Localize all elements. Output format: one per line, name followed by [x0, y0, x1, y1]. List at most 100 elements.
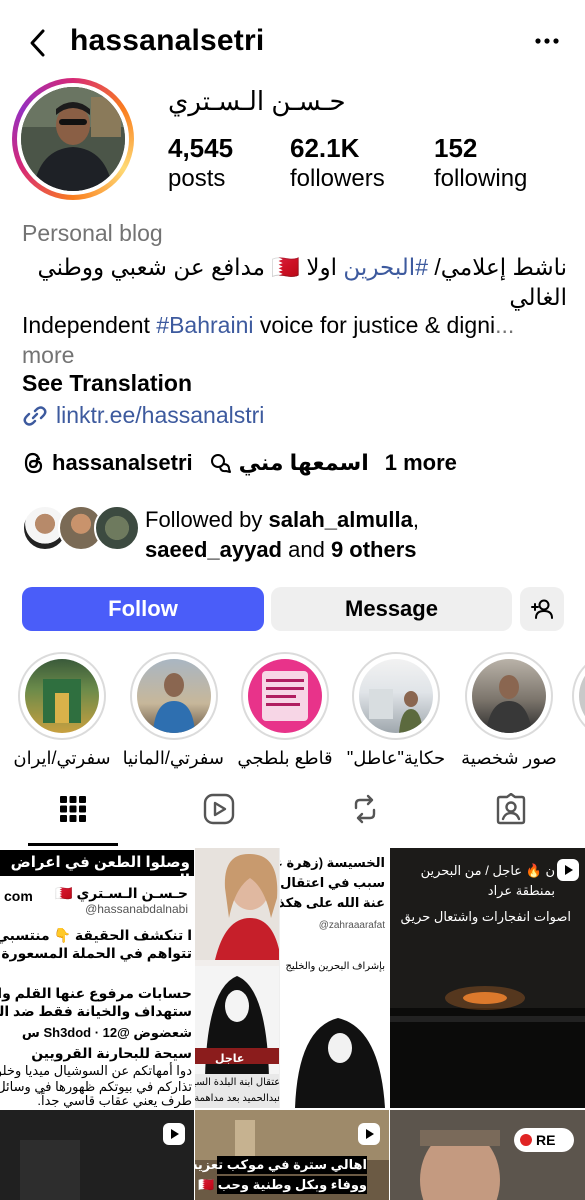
message-button[interactable]: Message — [271, 587, 512, 631]
post-overlay-line: اصوات انفجارات واشتعال حريق — [400, 909, 571, 924]
post-tile[interactable]: ن 🔥 عاجل / من البحرين بمنطقة عراد اصوات … — [390, 848, 585, 1108]
post-breaking-label: عاجل — [215, 1053, 245, 1065]
highlight-cover — [472, 659, 546, 733]
active-tab-indicator — [28, 843, 118, 846]
post-author-name: حـسـن الـسـتري 🇧🇭 — [55, 885, 188, 901]
post-tile[interactable] — [0, 1110, 194, 1200]
highlight-item[interactable]: سفرتي/المانيا — [122, 652, 224, 769]
bio-en-suffix: voice for justice & digni — [253, 312, 496, 338]
threads-more-link[interactable]: 1 more — [385, 450, 457, 476]
profile-avatar[interactable] — [12, 78, 134, 200]
highlight-label: سفرتي/ايران — [13, 748, 111, 768]
post-tile[interactable]: الخسيسة (زهرة عرفات) سبب في اعتقال امرأة… — [279, 848, 389, 1108]
profile-username-title: hassanalsetri — [70, 24, 265, 57]
highlight-cover — [579, 659, 585, 733]
stat-followers[interactable]: 62.1K followers — [290, 132, 385, 194]
tab-posts-grid[interactable] — [0, 770, 146, 848]
tab-reposts[interactable] — [292, 770, 438, 848]
reel-badge-icon — [358, 1123, 380, 1145]
posts-grid: وصلوا الطعن في اعراض الشيعه com حـسـن ال… — [0, 848, 585, 1200]
post-tile[interactable]: RE — [390, 1110, 585, 1200]
highlight-label: صور شخصية — [461, 748, 557, 768]
highlight-label: حكاية"عاطل" — [346, 748, 446, 768]
post-author-handle: @zahraaarafat — [318, 920, 385, 931]
threads-badge[interactable]: hassanalsetri — [22, 450, 193, 476]
followed-user-1: salah_almulla — [268, 507, 413, 532]
followed-by-row[interactable]: Followed by salah_almulla, saeed_ayyad a… — [22, 505, 419, 562]
live-badge-label: RE — [536, 1132, 556, 1148]
stat-posts-value: 4,545 — [168, 133, 234, 163]
highlight-item[interactable]: سفرتي/ايران — [12, 652, 112, 769]
threads-icon — [24, 452, 43, 474]
post-tile[interactable]: اهالي سترة في موكب تعزية ووفاء وبكل وطني… — [195, 1110, 389, 1200]
grid-icon — [60, 796, 86, 822]
stat-posts-label: posts — [168, 165, 226, 192]
threads-handle: hassanalsetri — [52, 450, 193, 475]
post-image — [390, 1110, 585, 1200]
followed-by-prefix: Followed by — [145, 507, 269, 532]
highlight-cover — [25, 659, 99, 733]
tab-tagged[interactable] — [438, 770, 584, 848]
post-text-line: بإشراف البحرين والخليج — [285, 961, 385, 972]
story-highlights: ية صور شخصية حكاية"عاطل" قاطع بلطجي سفرت… — [0, 652, 585, 772]
highlight-cover — [248, 659, 322, 733]
stat-followers-value: 62.1K — [290, 133, 360, 163]
profile-category: Personal blog — [22, 220, 163, 246]
stat-following-label: following — [434, 165, 528, 192]
stat-posts[interactable]: 4,545 posts — [168, 132, 233, 194]
post-caption-line: ووفاء وبكل وطنية وحب 🇧🇭 — [198, 1176, 367, 1194]
tab-reels[interactable] — [146, 770, 292, 848]
tagged-icon — [496, 793, 526, 825]
highlight-item[interactable]: حكاية"عاطل" — [346, 652, 446, 769]
post-image — [295, 1018, 385, 1108]
highlight-label: سفرتي/المانيا — [122, 748, 224, 768]
bio-english: Independent #Bahraini voice for justice … — [22, 310, 567, 370]
highlight-item[interactable]: قاطع بلطجي — [235, 652, 335, 769]
mutual-avatars — [22, 505, 140, 553]
record-dot-icon — [520, 1134, 532, 1146]
post-overlay-line: ن 🔥 عاجل / من البحرين — [420, 863, 555, 878]
post-text-line: سيحة للبحارنة القرويين — [31, 1045, 192, 1061]
post-caption-line: اهالي سترة في موكب تعزية — [195, 1156, 367, 1174]
bio-ar-hashtag[interactable]: #البحرين — [343, 254, 428, 280]
display-name: حـسـن الـسـتري — [168, 86, 346, 116]
post-text-line: ستهداف والخيانة فقط ضد الشيعه 👇 — [0, 1003, 192, 1019]
highlight-cover — [359, 659, 433, 733]
bio-en-prefix: Independent — [22, 312, 157, 338]
reel-badge-icon — [163, 1123, 185, 1145]
followed-others: 9 others — [330, 537, 417, 562]
post-text-line: تتواهم في الحملة المسعورة ضد الشيعة بلا — [0, 945, 192, 961]
reposts-icon — [354, 794, 376, 824]
bio-ar-prefix: ناشط إعلامي/ — [427, 254, 567, 280]
highlight-item[interactable]: صور شخصية — [459, 652, 559, 769]
see-translation-link[interactable]: See Translation — [22, 370, 192, 397]
threads-channel-name: اسمعها مني — [238, 450, 369, 475]
post-domain: com — [4, 888, 33, 904]
post-author-handle: @hassanabdalnabi — [85, 902, 188, 916]
stat-following-value: 152 — [434, 133, 478, 163]
chevron-left-icon[interactable] — [26, 28, 50, 58]
bio-link[interactable]: linktr.ee/hassanalstri — [22, 402, 264, 429]
live-badge: RE — [514, 1128, 574, 1152]
ellipsis-icon[interactable] — [534, 34, 560, 48]
post-text-line: حسابات مرفوع عنها القلم والحساب — [0, 985, 192, 1001]
highlight-label: قاطع بلطجي — [237, 748, 333, 768]
threads-row: hassanalsetri اسمعها مني 1 more — [22, 450, 457, 476]
mutual-avatar-3 — [94, 505, 140, 551]
chat-bubbles-icon — [210, 454, 231, 473]
highlight-item[interactable]: ية — [566, 652, 585, 769]
follow-button[interactable]: Follow — [22, 587, 264, 631]
link-icon — [23, 405, 47, 426]
bio-en-hashtag[interactable]: #Bahraini — [156, 312, 253, 338]
bio-arabic: ناشط إعلامي/ #البحرين اولا 🇧🇭 مدافع عن ش… — [22, 252, 567, 312]
post-text-line: الخسيسة (زهرة عرفات) — [280, 855, 385, 870]
profile-tabs — [0, 770, 585, 848]
stat-following[interactable]: 152 following — [434, 132, 527, 194]
threads-channel-chip[interactable]: اسمعها مني — [209, 450, 369, 476]
post-tile[interactable]: وصلوا الطعن في اعراض الشيعه com حـسـن ال… — [0, 848, 194, 1108]
post-text-line: طرف يعني عقاب قاسي جداً. — [37, 1093, 192, 1108]
suggested-users-button[interactable] — [520, 587, 564, 631]
bio-link-text: linktr.ee/hassanalstri — [56, 402, 265, 428]
followed-by-text: Followed by salah_almulla, saeed_ayyad a… — [145, 507, 419, 562]
avatar-photo — [21, 87, 125, 191]
